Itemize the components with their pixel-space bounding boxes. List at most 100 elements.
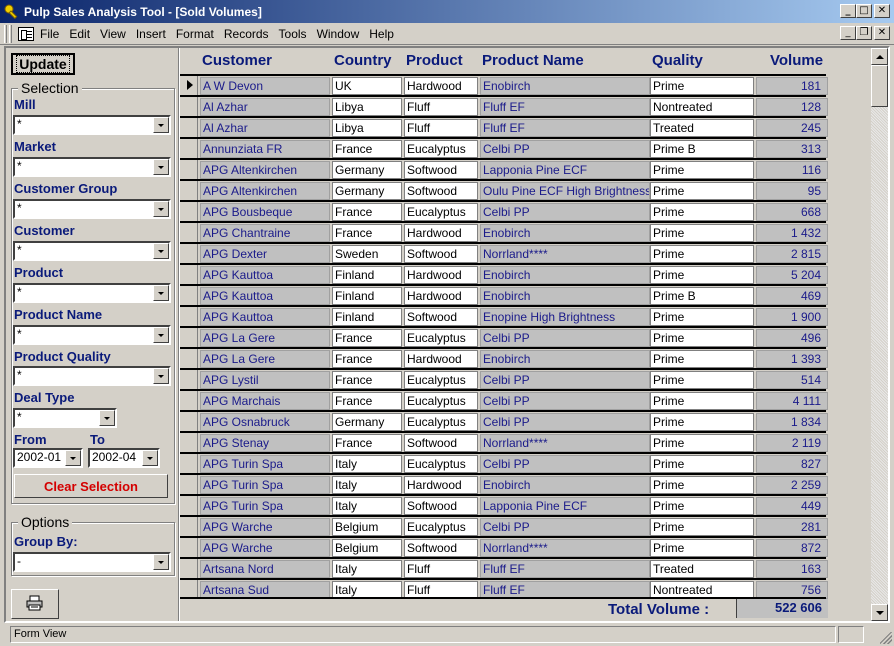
cell-quality[interactable]: Prime — [650, 413, 754, 431]
cell-product[interactable]: Eucalyptus — [404, 392, 478, 410]
cell-customer[interactable]: APG Dexter — [200, 245, 330, 263]
table-row[interactable]: APG Kauttoa Finland Hardwood Enobirch Prime … — [180, 284, 828, 305]
cell-product-name[interactable]: Celbi PP — [480, 455, 650, 473]
table-row[interactable]: APG Lystil France Eucalyptus Celbi PP Prime 5… — [180, 368, 828, 389]
toolbar-grip[interactable] — [4, 24, 7, 43]
chevron-down-icon[interactable] — [153, 201, 169, 217]
cell-customer[interactable]: APG Turin Spa — [200, 497, 330, 515]
table-row[interactable]: APG La Gere France Eucalyptus Celbi PP Prime… — [180, 326, 828, 347]
cell-quality[interactable]: Prime — [650, 476, 754, 494]
update-button[interactable]: Update — [11, 53, 75, 75]
product-name-combo[interactable]: * — [13, 325, 171, 345]
from-combo[interactable]: 2002-01 — [13, 448, 83, 468]
menu-file[interactable]: File — [40, 27, 65, 41]
cell-volume[interactable]: 469 — [756, 287, 828, 305]
record-selector[interactable] — [182, 244, 198, 263]
cell-product-name[interactable]: Norrland**** — [480, 245, 650, 263]
table-row[interactable]: APG Altenkirchen Germany Softwood Lapponia … — [180, 158, 828, 179]
cell-country[interactable]: Finland — [332, 266, 402, 284]
cell-quality[interactable]: Prime — [650, 350, 754, 368]
scroll-thumb[interactable] — [871, 65, 888, 107]
cell-customer[interactable]: Annunziata FR — [200, 140, 330, 158]
cell-product-name[interactable]: Fluff EF — [480, 119, 650, 137]
product-quality-combo[interactable]: * — [13, 366, 171, 386]
cell-quality[interactable]: Prime — [650, 182, 754, 200]
cell-customer[interactable]: A W Devon — [200, 77, 330, 95]
cell-country[interactable]: Italy — [332, 455, 402, 473]
record-selector[interactable] — [182, 370, 198, 389]
cell-product[interactable]: Fluff — [404, 98, 478, 116]
cell-volume[interactable]: 5 204 — [756, 266, 828, 284]
cell-product[interactable]: Fluff — [404, 119, 478, 137]
record-selector[interactable] — [182, 454, 198, 473]
cell-customer[interactable]: APG Turin Spa — [200, 455, 330, 473]
cell-quality[interactable]: Prime — [650, 455, 754, 473]
cell-product[interactable]: Softwood — [404, 245, 478, 263]
print-button[interactable] — [11, 589, 59, 619]
cell-country[interactable]: Germany — [332, 182, 402, 200]
cell-volume[interactable]: 163 — [756, 560, 828, 578]
cell-volume[interactable]: 1 393 — [756, 350, 828, 368]
cell-product-name[interactable]: Enobirch — [480, 287, 650, 305]
product-combo[interactable]: * — [13, 283, 171, 303]
group-by-combo[interactable]: - — [13, 552, 171, 572]
cell-country[interactable]: France — [332, 392, 402, 410]
table-row[interactable]: APG Kauttoa Finland Hardwood Enobirch Prime 5… — [180, 263, 828, 284]
cell-product-name[interactable]: Celbi PP — [480, 203, 650, 221]
vertical-scrollbar[interactable] — [871, 48, 888, 621]
cell-country[interactable]: France — [332, 140, 402, 158]
table-row[interactable]: APG Chantraine France Hardwood Enobirch Prim… — [180, 221, 828, 242]
table-row[interactable]: A W Devon UK Hardwood Enobirch Prime 181 — [180, 74, 828, 95]
cell-product-name[interactable]: Celbi PP — [480, 413, 650, 431]
cell-country[interactable]: UK — [332, 77, 402, 95]
customer-group-combo[interactable]: * — [13, 199, 171, 219]
table-row[interactable]: Al Azhar Libya Fluff Fluff EF Treated 245 — [180, 116, 828, 137]
cell-volume[interactable]: 1 900 — [756, 308, 828, 326]
cell-volume[interactable]: 2 259 — [756, 476, 828, 494]
record-selector[interactable] — [182, 307, 198, 326]
chevron-down-icon[interactable] — [153, 117, 169, 133]
cell-product-name[interactable]: Norrland**** — [480, 539, 650, 557]
form-icon[interactable] — [18, 26, 34, 41]
chevron-down-icon[interactable] — [153, 554, 169, 570]
cell-quality[interactable]: Treated — [650, 119, 754, 137]
cell-volume[interactable]: 245 — [756, 119, 828, 137]
cell-customer[interactable]: APG Warche — [200, 518, 330, 536]
record-selector[interactable] — [182, 139, 198, 158]
record-selector[interactable] — [182, 160, 198, 179]
menu-tools[interactable]: Tools — [279, 27, 313, 41]
cell-product-name[interactable]: Celbi PP — [480, 140, 650, 158]
menu-window[interactable]: Window — [317, 27, 366, 41]
cell-product-name[interactable]: Norrland**** — [480, 434, 650, 452]
cell-country[interactable]: France — [332, 350, 402, 368]
cell-quality[interactable]: Prime — [650, 329, 754, 347]
cell-product[interactable]: Fluff — [404, 560, 478, 578]
cell-customer[interactable]: APG Kauttoa — [200, 266, 330, 284]
cell-product-name[interactable]: Fluff EF — [480, 98, 650, 116]
chevron-down-icon[interactable] — [153, 327, 169, 343]
market-combo[interactable]: * — [13, 157, 171, 177]
cell-product[interactable]: Hardwood — [404, 224, 478, 242]
cell-quality[interactable]: Prime B — [650, 287, 754, 305]
menu-insert[interactable]: Insert — [136, 27, 172, 41]
table-row[interactable]: Artsana Sud Italy Fluff Fluff EF Nontreated 7… — [180, 578, 828, 599]
cell-quality[interactable]: Prime — [650, 392, 754, 410]
record-selector[interactable] — [182, 559, 198, 578]
cell-country[interactable]: Italy — [332, 497, 402, 515]
record-selector[interactable] — [182, 496, 198, 515]
table-row[interactable]: Al Azhar Libya Fluff Fluff EF Nontreated 128 — [180, 95, 828, 116]
cell-customer[interactable]: APG Stenay — [200, 434, 330, 452]
mill-combo[interactable]: * — [13, 115, 171, 135]
record-selector[interactable] — [182, 391, 198, 410]
record-selector[interactable] — [182, 517, 198, 536]
cell-customer[interactable]: APG Osnabruck — [200, 413, 330, 431]
cell-country[interactable]: Finland — [332, 308, 402, 326]
table-row[interactable]: APG Warche Belgium Softwood Norrland**** Pri… — [180, 536, 828, 557]
cell-volume[interactable]: 116 — [756, 161, 828, 179]
cell-volume[interactable]: 449 — [756, 497, 828, 515]
cell-product[interactable]: Softwood — [404, 434, 478, 452]
cell-country[interactable]: France — [332, 203, 402, 221]
mdi-restore-button[interactable]: ❐ — [856, 26, 872, 40]
minimize-button[interactable]: _ — [840, 4, 856, 18]
cell-country[interactable]: Belgium — [332, 539, 402, 557]
